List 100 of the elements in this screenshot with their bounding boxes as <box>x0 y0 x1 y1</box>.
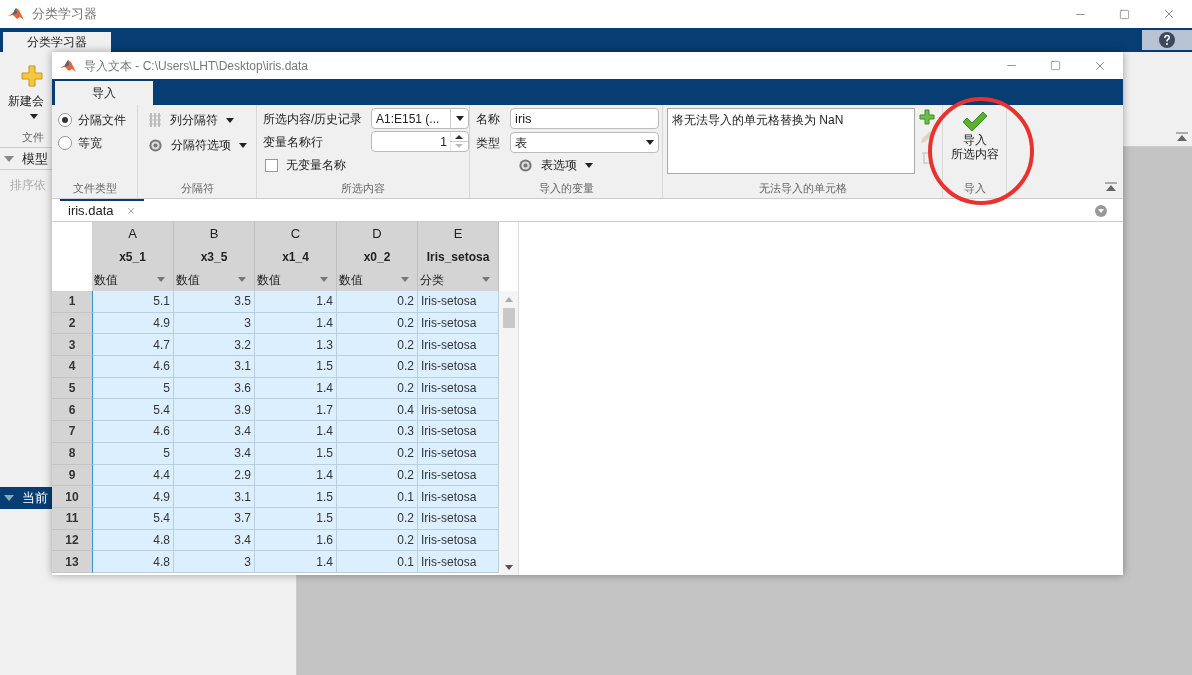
table-cell[interactable]: 1.4 <box>255 421 337 443</box>
header-row-spinner[interactable]: 1 <box>371 131 469 152</box>
import-selection-button[interactable]: 导入 所选内容 <box>943 105 1006 180</box>
table-cell[interactable]: 4.7 <box>92 334 174 357</box>
table-cell[interactable]: 5.4 <box>92 399 174 422</box>
table-cell[interactable]: 3.4 <box>174 442 255 465</box>
row-number[interactable]: 10 <box>52 486 92 508</box>
row-number[interactable]: 2 <box>52 312 92 335</box>
help-button[interactable] <box>1142 30 1192 50</box>
table-cell[interactable]: 4.8 <box>92 551 174 573</box>
table-cell[interactable]: 0.2 <box>337 507 418 530</box>
name-field[interactable]: iris <box>510 108 659 129</box>
table-cell[interactable]: 4.8 <box>92 529 174 552</box>
row-number[interactable]: 12 <box>52 529 92 552</box>
column-letter[interactable]: E <box>418 222 499 246</box>
table-cell[interactable]: 4.6 <box>92 356 174 378</box>
column-letter[interactable]: C <box>255 222 337 246</box>
table-cell[interactable]: 3.1 <box>174 486 255 508</box>
table-cell[interactable]: 5.4 <box>92 507 174 530</box>
row-number[interactable]: 5 <box>52 377 92 400</box>
table-cell[interactable]: 1.5 <box>255 356 337 378</box>
checkbox-option[interactable]: 无变量名称 <box>263 154 469 174</box>
row-number[interactable]: 11 <box>52 507 92 530</box>
table-cell[interactable]: 0.2 <box>337 291 418 313</box>
column-name[interactable]: x5_1 <box>92 246 174 268</box>
table-cell[interactable]: 1.5 <box>255 442 337 465</box>
row-number[interactable]: 4 <box>52 356 92 378</box>
table-cell[interactable]: Iris-setosa <box>418 421 499 443</box>
table-cell[interactable]: 1.4 <box>255 464 337 487</box>
collapse-toolstrip-icon[interactable] <box>1105 182 1117 192</box>
table-cell[interactable]: 3.4 <box>174 421 255 443</box>
scrollbar-thumb[interactable] <box>502 308 515 328</box>
delimiter-options-button[interactable]: 分隔符选项 <box>148 136 256 154</box>
table-cell[interactable]: 2.9 <box>174 464 255 487</box>
row-number[interactable]: 1 <box>52 291 92 313</box>
table-cell[interactable]: 1.5 <box>255 486 337 508</box>
scroll-up-icon[interactable] <box>504 297 513 302</box>
table-options-button[interactable]: 表选项 <box>518 156 593 174</box>
checkbox[interactable] <box>265 158 278 172</box>
collapse-toolstrip-icon[interactable] <box>1176 132 1188 142</box>
table-cell[interactable]: 0.2 <box>337 334 418 357</box>
table-cell[interactable]: 5.1 <box>92 291 174 313</box>
table-cell[interactable]: 3.5 <box>174 291 255 313</box>
scroll-down-icon[interactable] <box>504 565 513 570</box>
radio-option[interactable]: 等宽 <box>58 134 137 152</box>
close-tab-icon[interactable] <box>125 206 136 216</box>
table-cell[interactable]: 3 <box>174 312 255 335</box>
table-cell[interactable]: 3.2 <box>174 334 255 357</box>
table-cell[interactable]: 3.7 <box>174 507 255 530</box>
new-session-label[interactable]: 新建会 <box>8 92 44 110</box>
row-number[interactable]: 7 <box>52 421 92 443</box>
add-icon[interactable] <box>919 109 935 125</box>
table-cell[interactable]: Iris-setosa <box>418 551 499 573</box>
toolstrip-tab[interactable]: 导入 <box>55 81 153 105</box>
table-cell[interactable]: 1.3 <box>255 334 337 357</box>
table-cell[interactable]: 0.3 <box>337 421 418 443</box>
column-letter[interactable]: B <box>174 222 255 246</box>
range-dropdown[interactable]: A1:E151 (... <box>371 108 469 129</box>
table-cell[interactable]: Iris-setosa <box>418 486 499 508</box>
column-name[interactable]: Iris_setosa <box>418 246 499 268</box>
table-cell[interactable]: 0.4 <box>337 399 418 422</box>
table-cell[interactable]: 1.4 <box>255 377 337 400</box>
column-type-dropdown[interactable]: 数值 <box>337 268 418 291</box>
table-cell[interactable]: 3.1 <box>174 356 255 378</box>
table-cell[interactable]: 1.5 <box>255 507 337 530</box>
table-cell[interactable]: 0.2 <box>337 529 418 552</box>
radio-button[interactable] <box>58 113 72 127</box>
column-type-dropdown[interactable]: 数值 <box>174 268 255 291</box>
rule-item[interactable]: 将无法导入的单元格替换为 NaN <box>672 111 910 129</box>
maximize-icon[interactable] <box>1119 8 1130 20</box>
row-number[interactable]: 13 <box>52 551 92 573</box>
table-cell[interactable]: 3.4 <box>174 529 255 552</box>
table-cell[interactable]: 1.4 <box>255 291 337 313</box>
table-cell[interactable]: 3.6 <box>174 377 255 400</box>
table-cell[interactable]: Iris-setosa <box>418 356 499 378</box>
column-name[interactable]: x1_4 <box>255 246 337 268</box>
table-cell[interactable]: 0.2 <box>337 442 418 465</box>
radio-option[interactable]: 分隔文件 <box>58 111 137 129</box>
table-cell[interactable]: 3 <box>174 551 255 573</box>
table-cell[interactable]: 0.2 <box>337 377 418 400</box>
table-cell[interactable]: Iris-setosa <box>418 377 499 400</box>
table-cell[interactable]: 1.4 <box>255 551 337 573</box>
column-name[interactable]: x0_2 <box>337 246 418 268</box>
spinner-arrows-icon[interactable] <box>450 132 468 151</box>
row-number[interactable]: 6 <box>52 399 92 422</box>
table-cell[interactable]: 4.9 <box>92 486 174 508</box>
table-cell[interactable]: Iris-setosa <box>418 291 499 313</box>
column-name[interactable]: x3_5 <box>174 246 255 268</box>
table-cell[interactable]: 4.9 <box>92 312 174 335</box>
toolstrip-tab[interactable]: 分类学习器 <box>3 32 111 52</box>
column-delimiters-button[interactable]: 列分隔符 <box>148 111 256 129</box>
maximize-icon[interactable] <box>1050 60 1061 71</box>
close-icon[interactable] <box>1162 7 1176 21</box>
table-cell[interactable]: Iris-setosa <box>418 312 499 335</box>
row-number[interactable]: 9 <box>52 464 92 487</box>
table-cell[interactable]: Iris-setosa <box>418 529 499 552</box>
row-number[interactable]: 8 <box>52 442 92 465</box>
table-cell[interactable]: 5 <box>92 377 174 400</box>
table-cell[interactable]: Iris-setosa <box>418 334 499 357</box>
table-cell[interactable]: 3.9 <box>174 399 255 422</box>
